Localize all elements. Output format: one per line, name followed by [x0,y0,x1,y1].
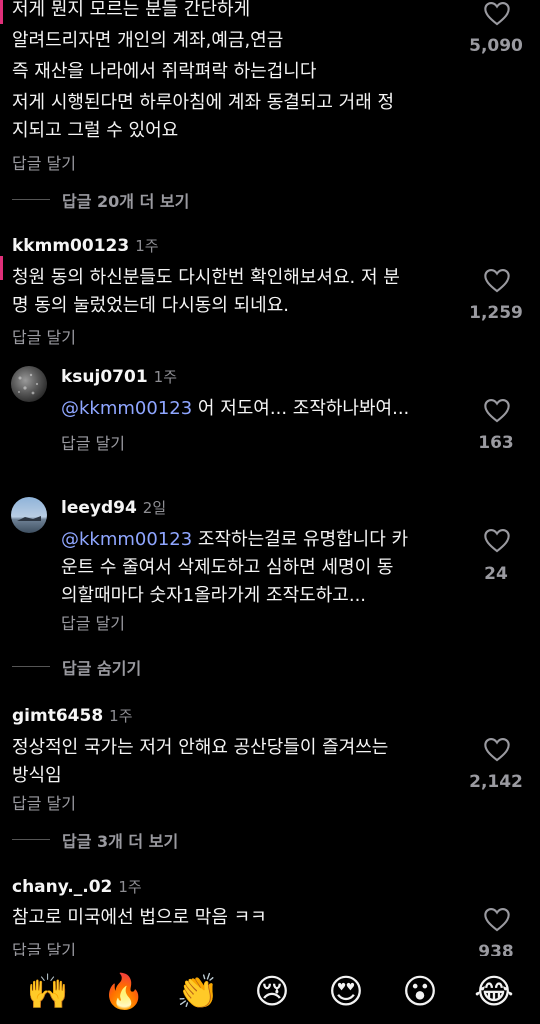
heart-icon[interactable] [483,906,511,932]
heart-icon[interactable] [483,397,511,423]
mention-link[interactable]: @kkmm00123 [61,529,192,550]
comment-age: 1주 [118,878,142,896]
comment-text: 참고로 미국에선 법으로 막음 ㅋㅋ [12,907,267,928]
divider [12,199,50,200]
comment-username[interactable]: ksuj0701 1주 [61,366,177,387]
reply-button[interactable]: 답글 달기 [12,790,76,814]
comment-age: 1주 [153,368,178,386]
comment-text: @kkmm00123 조작하는걸로 유명합니다 카 운트 수 줄여서 삭제도하고… [61,529,409,606]
reply-button[interactable]: 답글 달기 [61,430,125,454]
divider [12,666,50,667]
comment-username[interactable]: leeyd94 2일 [61,497,166,518]
reply-button[interactable]: 답글 달기 [12,150,76,174]
comment-text: 저게 뭔지 모르는 분들 간단하게 알려드리자면 개인의 계좌,예금,연금 즉 … [12,0,395,141]
comment-text: 정상적인 국가는 저거 안해요 공산당들이 즐겨쓰는 방식임 [12,737,389,786]
avatar-edge [0,256,3,280]
crying-face-emoji-button[interactable]: 😢 [248,972,296,1012]
avatar[interactable] [11,366,47,402]
raising-hands-emoji-button[interactable]: 🙌 [24,972,72,1012]
heart-icon[interactable] [483,527,511,553]
comment-text: @kkmm00123 어 저도여... 조작하나봐여... [61,398,410,419]
like-count: 2,142 [469,772,523,792]
comment-age: 2일 [142,499,167,517]
comment-age: 1주 [109,707,133,725]
like-count: 1,259 [469,303,523,323]
comment-age: 1주 [135,237,159,255]
divider [12,839,50,840]
hide-replies-button[interactable]: 답글 숨기기 [62,655,141,679]
heart-eyes-emoji-button[interactable]: 😍 [322,972,370,1012]
heart-icon[interactable] [483,0,511,26]
avatar-edge [0,0,3,24]
like-count: 24 [484,564,508,584]
mention-link[interactable]: @kkmm00123 [61,398,192,419]
clapping-hands-emoji-button[interactable]: 👏 [174,972,222,1012]
fire-emoji-button[interactable]: 🔥 [100,972,148,1012]
comment-username[interactable]: gimt6458 1주 [12,705,133,726]
heart-icon[interactable] [483,267,511,293]
view-more-replies-button[interactable]: 답글 3개 더 보기 [62,828,178,852]
comment-text: 청원 동의 하신분들도 다시한번 확인해보셔요. 저 분 명 동의 눌렀었는데 … [12,267,400,316]
reply-button[interactable]: 답글 달기 [12,324,76,348]
comment-username[interactable]: kkmm00123 1주 [12,235,159,256]
view-more-replies-button[interactable]: 답글 20개 더 보기 [62,188,189,212]
heart-icon[interactable] [483,736,511,762]
comment-username[interactable]: chany._.02 1주 [12,876,142,897]
avatar[interactable] [11,497,47,533]
surprised-face-emoji-button[interactable]: 😮 [396,972,444,1012]
like-count: 163 [478,433,514,453]
reply-button[interactable]: 답글 달기 [61,610,125,634]
like-count: 5,090 [469,36,523,56]
tears-of-joy-emoji-button[interactable]: 😂 [470,972,518,1012]
